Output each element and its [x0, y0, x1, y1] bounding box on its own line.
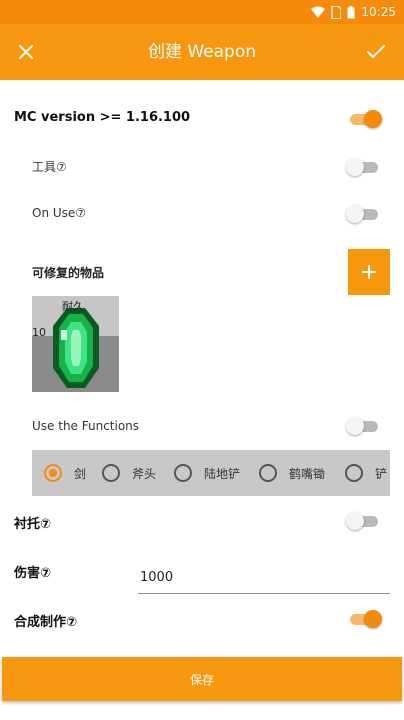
radio-sword[interactable]: 剑	[44, 463, 86, 483]
radio-unchecked-icon	[259, 464, 277, 482]
radio-hoe[interactable]: 陆地铲	[174, 463, 240, 483]
add-repair-item-button[interactable]	[348, 249, 390, 295]
durability-value: 10	[32, 326, 46, 339]
radio-shovel[interactable]: 铲	[345, 463, 387, 483]
backing-switch[interactable]	[346, 511, 380, 531]
app-bar: 创建 Weapon	[0, 24, 404, 80]
damage-input[interactable]	[138, 556, 390, 594]
plus-icon	[362, 265, 376, 279]
battery-icon	[347, 5, 355, 19]
emerald-icon	[53, 308, 99, 388]
tool-switch[interactable]	[346, 157, 380, 177]
status-bar: 10:25	[0, 0, 404, 24]
wifi-icon	[311, 6, 326, 18]
use-functions-switch[interactable]	[346, 416, 380, 436]
mc-version-label: MC version >= 1.16.100	[14, 110, 191, 125]
on-use-switch[interactable]	[346, 204, 380, 224]
radio-unchecked-icon	[102, 464, 120, 482]
sim-icon	[331, 5, 342, 19]
status-time: 10:25	[361, 5, 396, 19]
use-functions-label: Use the Functions	[32, 419, 140, 433]
backing-label: 衬托⑦	[14, 517, 52, 532]
on-use-label: On Use⑦	[32, 206, 87, 220]
repair-item-slot[interactable]: 耐久 10	[32, 296, 119, 392]
check-icon	[367, 45, 385, 58]
radio-unchecked-icon	[345, 464, 363, 482]
mc-version-switch[interactable]	[348, 109, 382, 129]
radio-unchecked-icon	[174, 464, 192, 482]
confirm-button[interactable]	[362, 38, 390, 66]
crafting-label: 合成制作⑦	[14, 615, 78, 630]
repairable-items-label: 可修复的物品	[32, 266, 105, 280]
page-title: 创建 Weapon	[147, 42, 257, 62]
tool-type-radio-group[interactable]: 剑 斧头 陆地铲 鹤嘴锄 铲	[32, 450, 390, 496]
damage-label: 伤害⑦	[14, 566, 52, 581]
radio-pickaxe[interactable]: 鹤嘴锄	[259, 463, 325, 483]
radio-axe[interactable]: 斧头	[102, 463, 156, 483]
durability-label: 耐久	[62, 300, 84, 313]
tool-label: 工具⑦	[32, 160, 67, 174]
radio-checked-icon	[44, 464, 62, 482]
save-button[interactable]: 保存	[2, 657, 402, 701]
status-icons: 10:25	[311, 3, 396, 21]
crafting-switch[interactable]	[348, 609, 382, 629]
